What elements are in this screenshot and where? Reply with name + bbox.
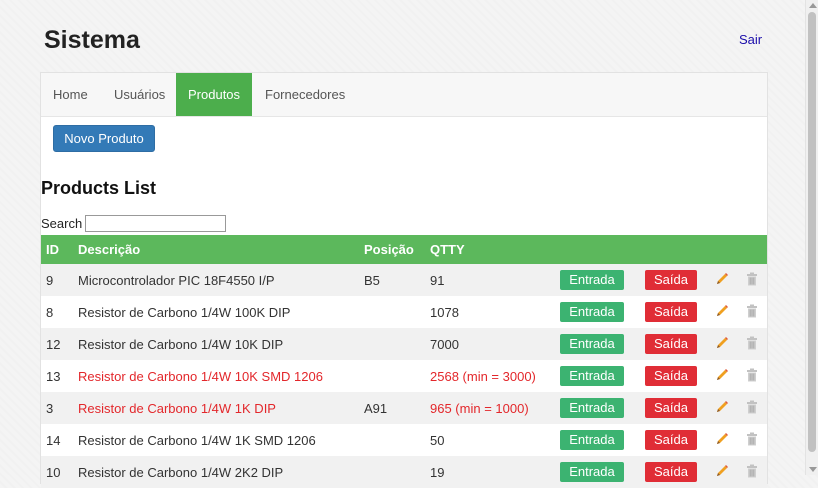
saida-button[interactable]: Saída	[645, 366, 697, 386]
table-row: 13 Resistor de Carbono 1/4W 10K SMD 1206 2…	[41, 360, 767, 392]
trash-icon[interactable]	[745, 464, 759, 481]
trash-icon[interactable]	[745, 304, 759, 321]
entrada-button[interactable]: Entrada	[560, 430, 624, 450]
trash-icon[interactable]	[745, 368, 759, 385]
table-header-row: ID Descrição Posição QTTY	[41, 235, 767, 264]
list-title: Products List	[41, 178, 157, 198]
saida-button[interactable]: Saída	[645, 430, 697, 450]
new-product-button[interactable]: Novo Produto	[53, 125, 155, 152]
cell-descricao: Resistor de Carbono 1/4W 10K DIP	[78, 328, 364, 360]
trash-icon[interactable]	[745, 272, 759, 289]
cell-descricao: Resistor de Carbono 1/4W 100K DIP	[78, 296, 364, 328]
cell-descricao: Resistor de Carbono 1/4W 2K2 DIP	[78, 456, 364, 488]
saida-button[interactable]: Saída	[645, 398, 697, 418]
entrada-button[interactable]: Entrada	[560, 462, 624, 482]
cell-descricao: Resistor de Carbono 1/4W 10K SMD 1206	[78, 360, 364, 392]
entrada-button[interactable]: Entrada	[560, 334, 624, 354]
cell-id: 10	[41, 456, 78, 488]
header-id: ID	[41, 235, 78, 264]
nav-usuarios[interactable]: Usuários	[102, 73, 177, 116]
header-posicao: Posição	[364, 235, 430, 264]
scrollbar[interactable]	[805, 0, 818, 475]
nav-fornecedores[interactable]: Fornecedores	[253, 73, 357, 116]
entrada-button[interactable]: Entrada	[560, 398, 624, 418]
saida-button[interactable]: Saída	[645, 334, 697, 354]
search-label: Search	[41, 216, 83, 231]
nav-produtos[interactable]: Produtos	[176, 73, 253, 116]
pencil-icon[interactable]	[715, 304, 729, 321]
table-row: 9 Microcontrolador PIC 18F4550 I/P B5 91 Ent…	[41, 264, 767, 296]
cell-id: 9	[41, 264, 78, 296]
pencil-icon[interactable]	[715, 336, 729, 353]
table-row: 3 Resistor de Carbono 1/4W 1K DIP A91 965 (…	[41, 392, 767, 424]
entrada-button[interactable]: Entrada	[560, 366, 624, 386]
header-descricao: Descrição	[78, 235, 364, 264]
cell-posicao: B5	[364, 264, 430, 296]
cell-qtty: 50	[430, 424, 560, 456]
cell-descricao: Resistor de Carbono 1/4W 1K SMD 1206	[78, 424, 364, 456]
cell-qtty: 965 (min = 1000)	[430, 392, 560, 424]
scroll-up-icon[interactable]	[809, 3, 817, 8]
entrada-button[interactable]: Entrada	[560, 302, 624, 322]
cell-qtty: 7000	[430, 328, 560, 360]
logout-link[interactable]: Sair	[739, 32, 762, 47]
cell-id: 3	[41, 392, 78, 424]
cell-posicao	[364, 296, 430, 328]
trash-icon[interactable]	[745, 432, 759, 449]
saida-button[interactable]: Saída	[645, 270, 697, 290]
cell-qtty: 19	[430, 456, 560, 488]
cell-posicao	[364, 328, 430, 360]
trash-icon[interactable]	[745, 336, 759, 353]
pencil-icon[interactable]	[715, 432, 729, 449]
pencil-icon[interactable]	[715, 464, 729, 481]
scroll-thumb[interactable]	[808, 12, 816, 452]
nav-home[interactable]: Home	[41, 73, 100, 116]
cell-posicao	[364, 360, 430, 392]
table-row: 8 Resistor de Carbono 1/4W 100K DIP 1078 En…	[41, 296, 767, 328]
cell-descricao: Microcontrolador PIC 18F4550 I/P	[78, 264, 364, 296]
products-table: ID Descrição Posição QTTY 9 Microcontrola…	[41, 235, 767, 488]
cell-qtty: 2568 (min = 3000)	[430, 360, 560, 392]
table-row: 12 Resistor de Carbono 1/4W 10K DIP 7000 En…	[41, 328, 767, 360]
navbar: Home Usuários Produtos Fornecedores	[41, 73, 767, 117]
scroll-down-icon[interactable]	[809, 467, 817, 472]
pencil-icon[interactable]	[715, 368, 729, 385]
table-row: 10 Resistor de Carbono 1/4W 2K2 DIP 19 Entr…	[41, 456, 767, 488]
header-qtty: QTTY	[430, 235, 560, 264]
entrada-button[interactable]: Entrada	[560, 270, 624, 290]
cell-id: 12	[41, 328, 78, 360]
pencil-icon[interactable]	[715, 400, 729, 417]
table-row: 14 Resistor de Carbono 1/4W 1K SMD 1206 50…	[41, 424, 767, 456]
saida-button[interactable]: Saída	[645, 302, 697, 322]
cell-id: 8	[41, 296, 78, 328]
trash-icon[interactable]	[745, 400, 759, 417]
cell-id: 14	[41, 424, 78, 456]
page-title: Sistema	[44, 26, 140, 54]
cell-id: 13	[41, 360, 78, 392]
cell-qtty: 1078	[430, 296, 560, 328]
content-panel: Home Usuários Produtos Fornecedores Novo…	[40, 72, 768, 488]
cell-posicao	[364, 424, 430, 456]
cell-qtty: 91	[430, 264, 560, 296]
pencil-icon[interactable]	[715, 272, 729, 289]
cell-posicao: A91	[364, 392, 430, 424]
cell-descricao: Resistor de Carbono 1/4W 1K DIP	[78, 392, 364, 424]
saida-button[interactable]: Saída	[645, 462, 697, 482]
search-input[interactable]	[85, 215, 226, 232]
cell-posicao	[364, 456, 430, 488]
